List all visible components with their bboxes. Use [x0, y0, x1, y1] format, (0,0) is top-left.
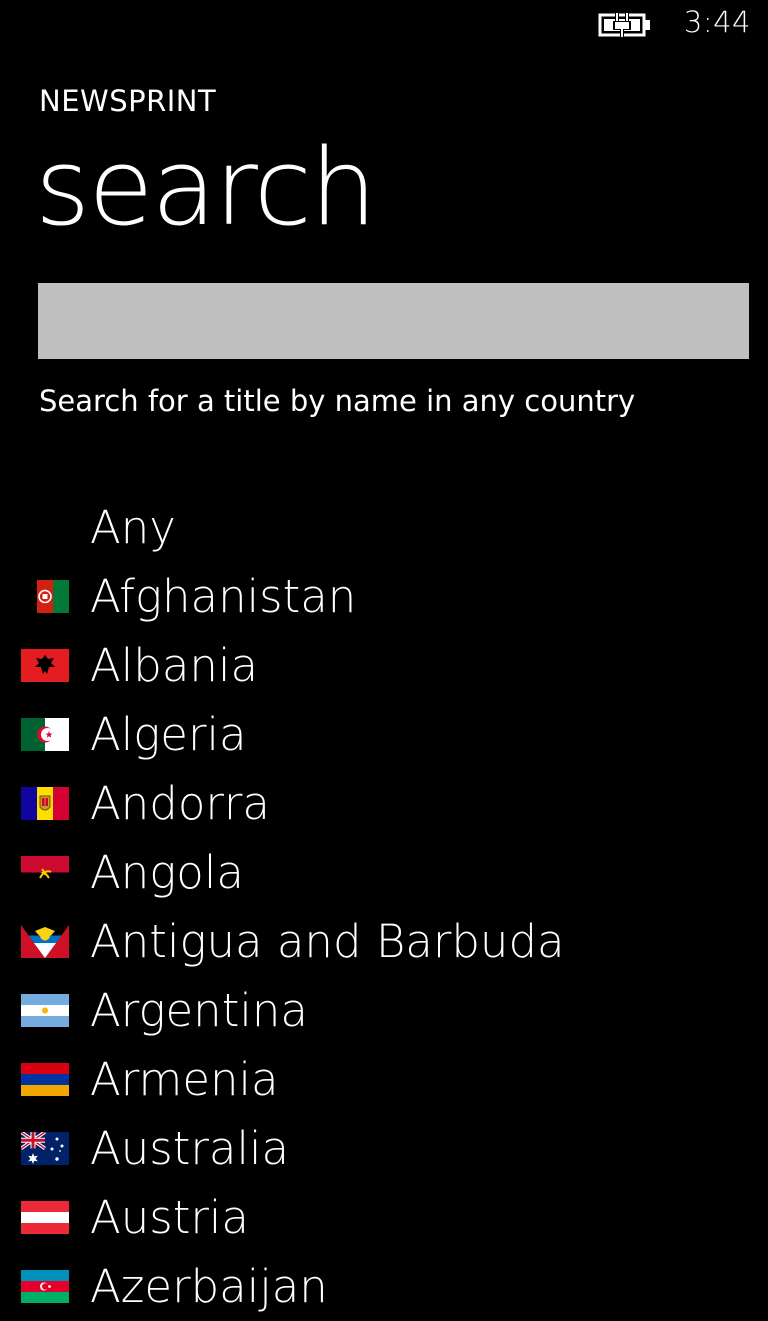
app-title: NEWSPRINT [39, 84, 217, 118]
list-item-label: Any [90, 501, 176, 554]
list-item-label: Algeria [90, 708, 247, 761]
afghanistan-flag-icon [21, 580, 69, 613]
page-title: search [35, 126, 377, 249]
search-hint: Search for a title by name in any countr… [39, 384, 636, 418]
search-input[interactable] [38, 283, 749, 359]
list-item-afghanistan[interactable]: Afghanistan [0, 562, 768, 631]
list-item-label: Angola [90, 846, 244, 899]
list-item-argentina[interactable]: Argentina [0, 976, 768, 1045]
list-item-label: Andorra [90, 777, 270, 830]
status-bar: 3:44 [0, 0, 768, 48]
angola-flag-icon [21, 856, 69, 889]
list-item-label: Afghanistan [90, 570, 357, 623]
andorra-flag-icon [21, 787, 69, 820]
list-item-albania[interactable]: Albania [0, 631, 768, 700]
list-item-andorra[interactable]: Andorra [0, 769, 768, 838]
armenia-flag-icon [21, 1063, 69, 1096]
list-item-austria[interactable]: Austria [0, 1183, 768, 1252]
list-item-azerbaijan[interactable]: Azerbaijan [0, 1252, 768, 1321]
azerbaijan-flag-icon [21, 1270, 69, 1303]
argentina-flag-icon [21, 994, 69, 1027]
albania-flag-icon [21, 649, 69, 682]
list-item-australia[interactable]: Australia [0, 1114, 768, 1183]
list-item-label: Argentina [90, 984, 308, 1037]
australia-flag-icon [21, 1132, 69, 1165]
battery-charging-icon [598, 13, 650, 37]
list-item-label: Azerbaijan [90, 1260, 328, 1313]
list-item-armenia[interactable]: Armenia [0, 1045, 768, 1114]
austria-flag-icon [21, 1201, 69, 1234]
list-item-angola[interactable]: Angola [0, 838, 768, 907]
list-item-label: Australia [90, 1122, 290, 1175]
algeria-flag-icon [21, 718, 69, 751]
list-item-label: Austria [90, 1191, 249, 1244]
list-item-label: Albania [90, 639, 259, 692]
list-item-label: Armenia [90, 1053, 279, 1106]
list-item-antigua-and-barbuda[interactable]: Antigua and Barbuda [0, 907, 768, 976]
country-list: Any Afghanistan Albania Algeria Andorra … [0, 493, 768, 1321]
list-item-any[interactable]: Any [0, 493, 768, 562]
antigua-and-barbuda-flag-icon [21, 925, 69, 958]
list-item-algeria[interactable]: Algeria [0, 700, 768, 769]
status-clock: 3:44 [683, 5, 751, 39]
list-item-label: Antigua and Barbuda [90, 915, 565, 968]
